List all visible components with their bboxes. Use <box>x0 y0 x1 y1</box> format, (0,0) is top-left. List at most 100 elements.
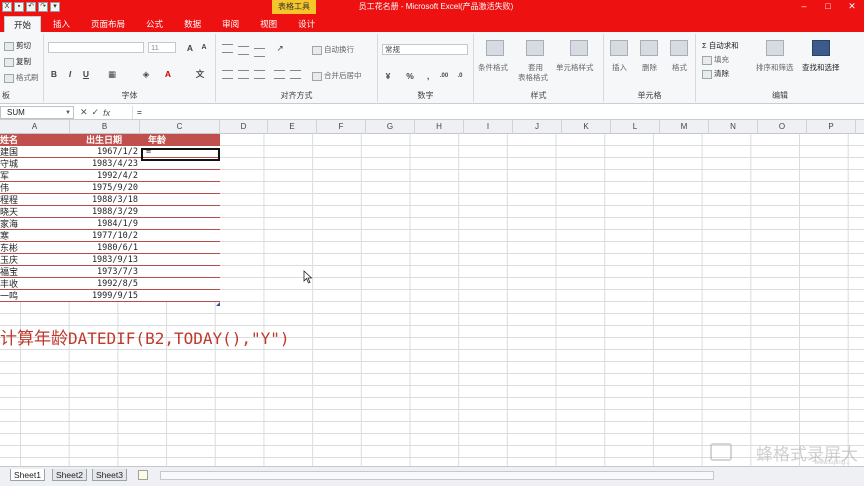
find-binoculars-icon[interactable] <box>812 40 830 56</box>
sheet-tab-3[interactable]: Sheet3 <box>92 469 127 481</box>
column-header-e[interactable]: E <box>268 120 317 134</box>
cell-styles-label[interactable]: 单元格样式 <box>556 62 594 73</box>
clear-button[interactable]: 清除 <box>702 68 729 79</box>
name-box[interactable]: SUM ▼ <box>0 106 74 119</box>
column-header-o[interactable]: O <box>758 120 807 134</box>
italic-button[interactable]: I <box>64 68 76 80</box>
decrease-indent-icon[interactable] <box>274 70 285 79</box>
decrease-decimal-icon[interactable]: .0 <box>454 70 466 82</box>
cancel-icon[interactable]: ✕ <box>80 107 88 118</box>
save-icon[interactable]: ▪ <box>14 2 24 12</box>
table-cell-date[interactable]: 1988/3/29 <box>70 206 140 218</box>
table-cell-date[interactable]: 1973/7/3 <box>70 266 140 278</box>
table-cell-date[interactable]: 1992/8/5 <box>70 278 140 290</box>
conditional-format-label[interactable]: 条件格式 <box>478 62 508 73</box>
table-cell-date[interactable]: 1983/4/23 <box>70 158 140 170</box>
font-size-combo[interactable]: 11 <box>148 42 176 53</box>
table-cell-name[interactable]: 军 <box>0 170 70 182</box>
formula-input[interactable]: = <box>132 106 864 119</box>
align-bottom-icon[interactable] <box>254 48 265 57</box>
delete-cells-label[interactable]: 删除 <box>642 62 657 73</box>
table-cell-date[interactable]: 1977/10/2 <box>70 230 140 242</box>
find-select-label[interactable]: 查找和选择 <box>802 62 840 73</box>
sort-filter-label[interactable]: 排序和筛选 <box>756 62 794 73</box>
column-header-m[interactable]: M <box>660 120 709 134</box>
table-cell-name[interactable]: 伟 <box>0 182 70 194</box>
table-cell-name[interactable]: 晓天 <box>0 206 70 218</box>
format-painter-button[interactable]: 格式刷 <box>4 72 39 83</box>
sheet-tab-1[interactable]: Sheet1 <box>10 469 45 481</box>
table-resize-handle[interactable] <box>216 302 220 306</box>
table-header-cell[interactable]: 姓名 <box>0 134 70 146</box>
border-icon[interactable]: ▦ <box>106 68 118 80</box>
spreadsheet-grid[interactable]: ABCDEFGHIJKLMNOP 姓名 出生日期 年龄 建国 1967/1/2 = 守城 19… <box>0 120 864 466</box>
tab-home[interactable]: 开始 <box>4 16 42 32</box>
chevron-down-icon[interactable]: ▼ <box>65 107 71 119</box>
column-header-b[interactable]: B <box>70 120 140 134</box>
table-cell-name[interactable]: 寒 <box>0 230 70 242</box>
column-header-l[interactable]: L <box>611 120 660 134</box>
tab-formulas[interactable]: 公式 <box>137 16 172 32</box>
tab-data[interactable]: 数据 <box>175 16 210 32</box>
maximize-icon[interactable]: □ <box>816 0 840 14</box>
number-format-combo[interactable]: 常规 <box>382 44 468 55</box>
tab-insert[interactable]: 插入 <box>44 16 79 32</box>
column-header-g[interactable]: G <box>366 120 415 134</box>
grow-font-icon[interactable]: A <box>184 42 196 54</box>
table-cell-date[interactable]: 1992/4/2 <box>70 170 140 182</box>
active-cell-c2[interactable] <box>141 148 220 161</box>
fill-color-icon[interactable]: ◈ <box>140 68 152 80</box>
insert-sheet-icon[interactable] <box>138 470 148 480</box>
table-cell-name[interactable]: 建国 <box>0 146 70 158</box>
font-name-combo[interactable] <box>48 42 144 53</box>
insert-cells-label[interactable]: 插入 <box>612 62 627 73</box>
table-cell-date[interactable]: 1975/9/20 <box>70 182 140 194</box>
undo-icon[interactable]: ↶ <box>26 2 36 12</box>
column-header-f[interactable]: F <box>317 120 366 134</box>
insert-cells-icon[interactable] <box>610 40 628 56</box>
percent-icon[interactable]: % <box>404 70 416 82</box>
customize-icon[interactable]: ▾ <box>50 2 60 12</box>
table-cell-name[interactable]: 守城 <box>0 158 70 170</box>
underline-button[interactable]: U <box>80 68 92 80</box>
tab-review[interactable]: 审阅 <box>213 16 248 32</box>
table-cell-date[interactable]: 1999/9/15 <box>70 290 140 302</box>
column-header-h[interactable]: H <box>415 120 464 134</box>
table-cell-name[interactable]: 程程 <box>0 194 70 206</box>
align-left-icon[interactable] <box>222 70 233 79</box>
close-icon[interactable]: ✕ <box>840 0 864 14</box>
tab-page-layout[interactable]: 页面布局 <box>82 16 134 32</box>
column-header-j[interactable]: J <box>513 120 562 134</box>
redo-icon[interactable]: ↷ <box>38 2 48 12</box>
delete-cells-icon[interactable] <box>640 40 658 56</box>
shrink-font-icon[interactable]: A <box>198 42 210 54</box>
table-cell-date[interactable]: 1967/1/2 <box>70 146 140 158</box>
column-header-c[interactable]: C <box>140 120 220 134</box>
increase-indent-icon[interactable] <box>290 70 301 79</box>
align-center-icon[interactable] <box>238 70 249 79</box>
table-header-cell[interactable]: 年龄 <box>142 134 220 146</box>
excel-logo-icon[interactable]: X <box>2 2 12 12</box>
table-header-cell[interactable]: 出生日期 <box>70 134 140 146</box>
tab-view[interactable]: 视图 <box>251 16 286 32</box>
tab-design[interactable]: 设计 <box>289 16 324 32</box>
autosum-button[interactable]: Σ 自动求和 <box>702 40 739 51</box>
table-cell-name[interactable]: 福宝 <box>0 266 70 278</box>
column-header-n[interactable]: N <box>709 120 758 134</box>
wrap-text-button[interactable]: 自动换行 <box>312 44 354 55</box>
sheet-tab-2[interactable]: Sheet2 <box>52 469 87 481</box>
table-cell-name[interactable]: 家海 <box>0 218 70 230</box>
table-format-label-2[interactable]: 表格格式 <box>518 72 548 83</box>
merge-center-button[interactable]: 合并后居中 <box>312 70 362 81</box>
comma-icon[interactable]: , <box>422 70 434 82</box>
cell-styles-icon[interactable] <box>570 40 588 56</box>
table-cell-date[interactable]: 1988/3/18 <box>70 194 140 206</box>
table-cell-name[interactable]: 东彬 <box>0 242 70 254</box>
increase-decimal-icon[interactable]: .00 <box>438 70 450 82</box>
enter-icon[interactable]: ✓ <box>92 107 100 118</box>
table-cell-date[interactable]: 1980/6/1 <box>70 242 140 254</box>
column-header-p[interactable]: P <box>807 120 856 134</box>
insert-function-icon[interactable]: fx <box>103 108 110 118</box>
table-format-icon[interactable] <box>526 40 544 56</box>
format-cells-icon[interactable] <box>670 40 688 56</box>
